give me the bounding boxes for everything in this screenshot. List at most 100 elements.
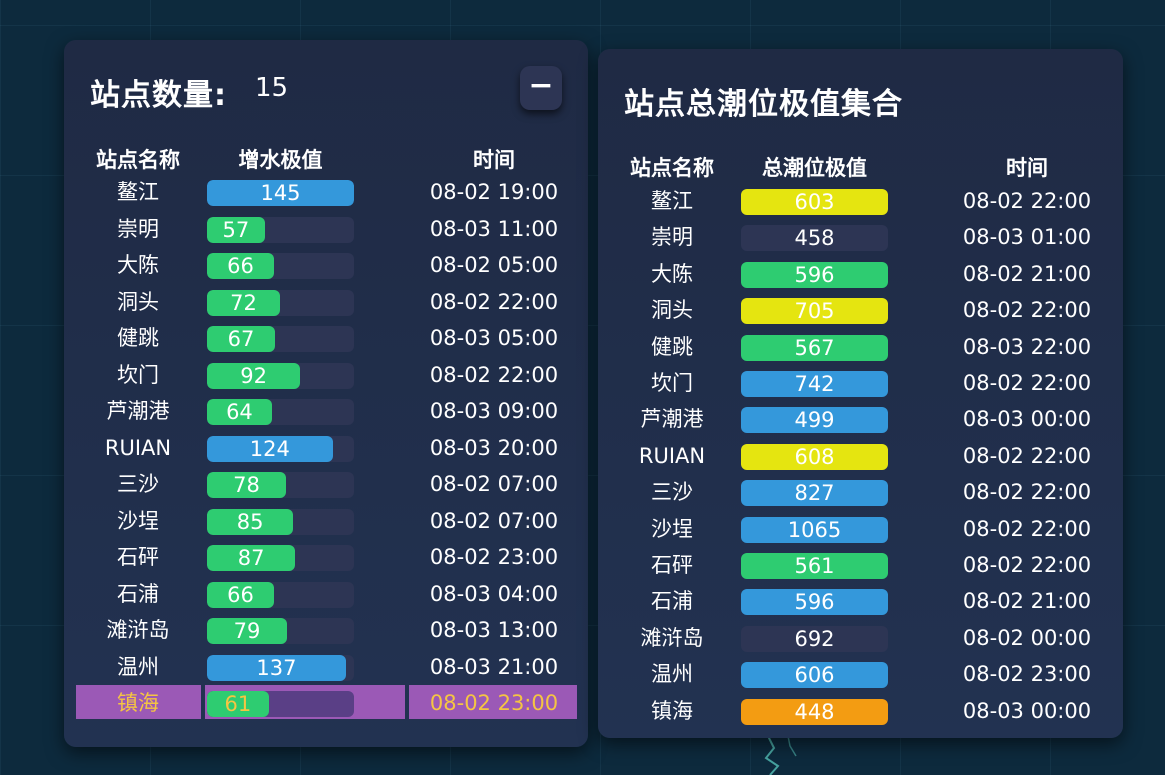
tide-badge: 567: [741, 334, 888, 361]
panel-title: 站点总潮位极值集合: [624, 87, 903, 122]
collapse-button[interactable]: −: [520, 66, 562, 110]
header-station-name: 站点名称: [96, 148, 180, 172]
tide-value: 692: [794, 626, 835, 651]
surge-value: 64: [226, 400, 253, 424]
surge-bar: 64: [207, 399, 354, 425]
table-row[interactable]: 石砰 87 08-02 23:00: [64, 539, 588, 575]
header-time: 时间: [473, 148, 515, 172]
table-row[interactable]: 崇明 57 08-03 11:00: [64, 211, 588, 247]
table-row[interactable]: 健跳 67 08-03 05:00: [64, 320, 588, 356]
table-row[interactable]: RUIAN 124 08-03 20:00: [64, 430, 588, 466]
table-row[interactable]: 大陈 596 08-02 21:00: [598, 256, 1123, 292]
tide-value: 458: [794, 226, 835, 251]
table-row[interactable]: 沙埕 1065 08-02 22:00: [598, 511, 1123, 547]
station-name: 坎门: [651, 371, 693, 395]
surge-bar: 61: [207, 691, 354, 717]
tide-time: 08-02 23:00: [962, 662, 1092, 687]
table-row[interactable]: 大陈 66 08-02 05:00: [64, 247, 588, 283]
surge-time: 08-03 05:00: [429, 326, 559, 350]
table-row[interactable]: 健跳 567 08-03 22:00: [598, 329, 1123, 365]
station-name: 沙埕: [651, 516, 693, 541]
table-row[interactable]: 坎门 742 08-02 22:00: [598, 365, 1123, 401]
table-row[interactable]: 镇海 448 08-03 00:00: [598, 693, 1123, 729]
tide-value: 603: [794, 190, 835, 214]
station-name: 石砰: [651, 553, 693, 577]
table-row[interactable]: 芦潮港 64 08-03 09:00: [64, 393, 588, 429]
tide-badge: 448: [741, 698, 888, 725]
table-row[interactable]: 洞头 72 08-02 22:00: [64, 284, 588, 320]
surge-time: 08-03 21:00: [429, 654, 559, 679]
tide-badge: 596: [741, 589, 888, 616]
surge-bar: 145: [207, 180, 354, 206]
tide-value: 827: [794, 481, 835, 506]
table-row[interactable]: 崇明 458 08-03 01:00: [598, 219, 1123, 255]
tide-time: 08-03 22:00: [962, 334, 1092, 359]
station-name: 石砰: [117, 545, 159, 569]
table-row[interactable]: 石砰 561 08-02 22:00: [598, 547, 1123, 583]
tide-badge: 705: [741, 298, 888, 325]
table-row[interactable]: 温州 606 08-02 23:00: [598, 656, 1123, 692]
station-name: 滩浒岛: [106, 618, 170, 642]
station-tide-panel: 站点总潮位极值集合 站点名称 总潮位极值 时间 鳌江 603 08-02 22:00…: [598, 49, 1123, 738]
surge-value: 145: [260, 181, 301, 205]
tide-value: 705: [794, 299, 835, 324]
table-row[interactable]: 鳌江 145 08-02 19:00: [64, 174, 588, 210]
table-row[interactable]: 坎门 92 08-02 22:00: [64, 357, 588, 393]
station-name: 健跳: [651, 334, 693, 359]
table-row[interactable]: 滩浒岛 79 08-03 13:00: [64, 612, 588, 648]
table-row[interactable]: 三沙 827 08-02 22:00: [598, 474, 1123, 510]
tide-value: 448: [794, 699, 835, 724]
surge-bar: 57: [207, 216, 354, 243]
surge-bar: 92: [207, 362, 354, 389]
station-name: 镇海: [117, 691, 159, 715]
tide-time: 08-03 00:00: [962, 698, 1092, 723]
table-row[interactable]: 镇海 61 08-02 23:00: [64, 685, 588, 721]
surge-bar: 66: [207, 253, 354, 279]
surge-value: 67: [227, 327, 255, 351]
header-tide-max: 总潮位极值: [762, 156, 867, 180]
table-row[interactable]: 石浦 66 08-03 04:00: [64, 576, 588, 612]
table-row[interactable]: 三沙 78 08-02 07:00: [64, 466, 588, 502]
station-name: 洞头: [117, 289, 159, 314]
table-row[interactable]: 滩浒岛 692 08-02 00:00: [598, 620, 1123, 656]
surge-time: 08-02 07:00: [429, 472, 559, 496]
table-row[interactable]: 石浦 596 08-02 21:00: [598, 583, 1123, 619]
tide-value: 1065: [787, 517, 842, 542]
station-name: 崇明: [117, 216, 159, 241]
surge-bar: 124: [207, 435, 354, 462]
station-name: 健跳: [117, 326, 159, 350]
station-name: 石浦: [117, 581, 159, 606]
station-name: 坎门: [117, 362, 159, 387]
table-row[interactable]: 温州 137 08-03 21:00: [64, 649, 588, 685]
table-row[interactable]: 沙埕 85 08-02 07:00: [64, 503, 588, 539]
tide-badge: 561: [741, 553, 888, 579]
surge-time: 08-02 22:00: [429, 289, 559, 314]
tide-time: 08-02 22:00: [962, 371, 1092, 395]
surge-time: 08-02 23:00: [429, 545, 559, 569]
tide-time: 08-02 21:00: [962, 589, 1092, 614]
table-row[interactable]: 洞头 705 08-02 22:00: [598, 292, 1123, 328]
surge-value: 66: [227, 254, 254, 278]
table-row[interactable]: 芦潮港 499 08-03 00:00: [598, 401, 1123, 437]
map-coastline: [764, 736, 797, 775]
surge-value: 61: [224, 692, 252, 716]
table-row[interactable]: 鳌江 603 08-02 22:00: [598, 183, 1123, 219]
tide-value: 608: [794, 444, 835, 469]
tide-time: 08-02 00:00: [962, 625, 1092, 650]
surge-bar: 67: [207, 326, 354, 352]
surge-value: 57: [222, 217, 250, 242]
tide-time: 08-02 22:00: [962, 516, 1092, 541]
surge-time: 08-03 20:00: [429, 435, 559, 460]
header-station-name: 站点名称: [630, 156, 714, 180]
surge-time: 08-02 07:00: [429, 508, 559, 533]
surge-bar: 72: [207, 289, 354, 316]
station-name: 崇明: [651, 225, 693, 250]
tide-badge: 603: [741, 189, 888, 215]
tide-badge: 692: [741, 625, 888, 652]
station-name: 三沙: [117, 472, 159, 496]
station-surge-panel: 站点数量: 15 − 站点名称 增水极值 时间 鳌江 145 08-02 19:00…: [64, 40, 588, 747]
surge-time: 08-03 13:00: [429, 618, 559, 642]
table-row[interactable]: RUIAN 608 08-02 22:00: [598, 438, 1123, 474]
station-name: 大陈: [117, 253, 159, 277]
surge-value: 66: [227, 582, 254, 607]
